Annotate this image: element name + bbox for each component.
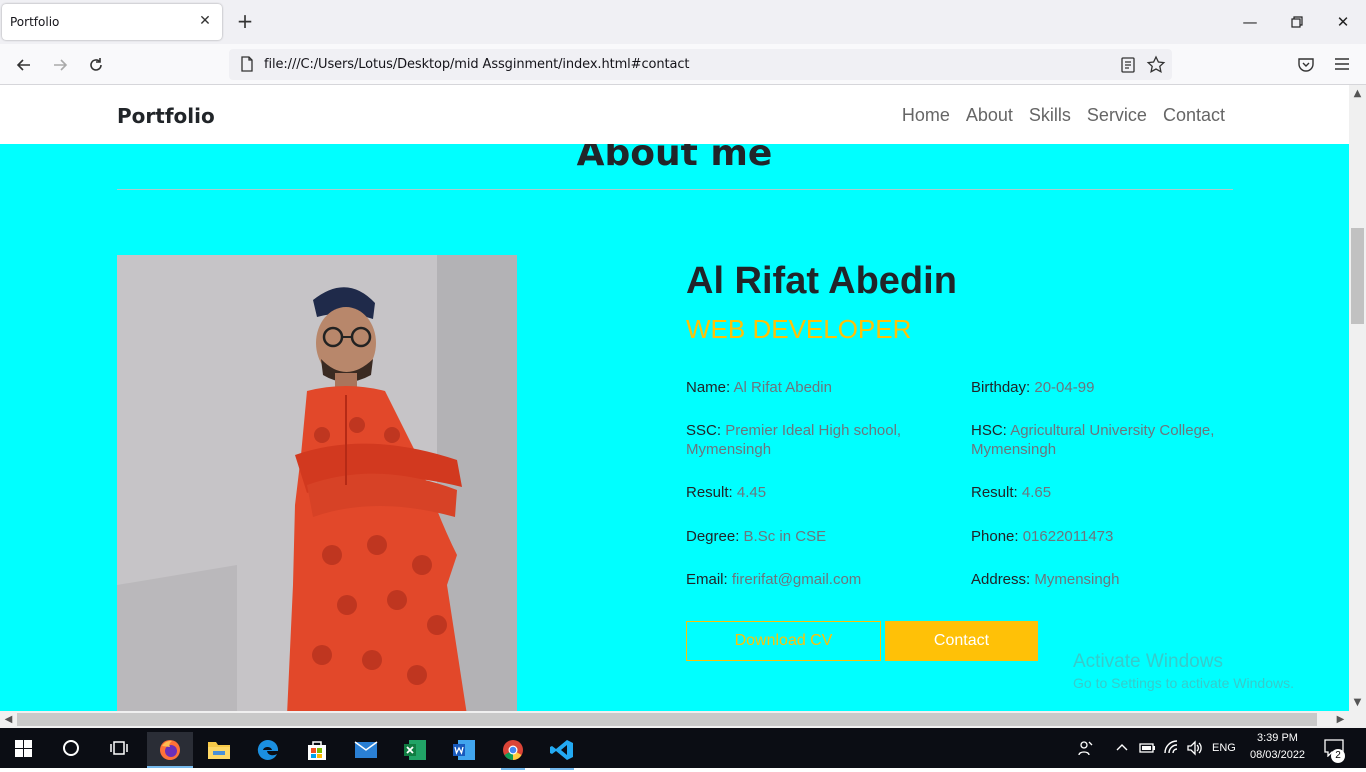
info-name: Name: Al Rifat Abedin xyxy=(686,378,936,397)
info-value: 20-04-99 xyxy=(1034,379,1095,396)
language-indicator[interactable]: ENG xyxy=(1212,742,1236,754)
info-email: Email: firerifat@gmail.com xyxy=(686,570,936,589)
nav-service[interactable]: Service xyxy=(1087,105,1147,126)
info-label: Degree: xyxy=(686,528,740,545)
firefox-taskbar-icon[interactable] xyxy=(147,732,193,768)
vscode-icon[interactable] xyxy=(539,732,585,770)
info-value: firerifat@gmail.com xyxy=(731,571,862,588)
page-icon xyxy=(241,56,253,72)
scroll-down-icon[interactable]: ▼ xyxy=(1349,694,1366,711)
minimize-icon[interactable]: — xyxy=(1228,6,1272,38)
info-label: Result: xyxy=(971,484,1018,501)
reload-icon[interactable] xyxy=(82,52,110,78)
info-hsc: HSC: Agricultural University College, My… xyxy=(971,421,1233,459)
people-icon[interactable] xyxy=(1078,740,1094,756)
windows-taskbar: ENG 3:39 PM 08/03/2022 2 xyxy=(0,728,1366,770)
vertical-scrollbar[interactable] xyxy=(1349,85,1366,711)
download-cv-button[interactable]: Download CV xyxy=(686,621,881,661)
profile-role: WEB DEVELOPER xyxy=(686,314,912,344)
site-brand-overlay[interactable]: Portfolio xyxy=(117,104,215,128)
vertical-scroll-thumb[interactable] xyxy=(1351,228,1364,324)
info-value: B.Sc in CSE xyxy=(743,528,827,545)
info-value: 01622011473 xyxy=(1022,528,1114,545)
forward-icon[interactable] xyxy=(46,52,74,78)
profile-name: Al Rifat Abedin xyxy=(686,260,957,302)
battery-icon[interactable] xyxy=(1138,740,1156,756)
page-viewport: Portfolio Home About Skills Service Cont… xyxy=(0,85,1349,711)
activate-windows-watermark: Activate Windows Go to Settings to activ… xyxy=(1073,651,1294,691)
info-birthday: Birthday: 20-04-99 xyxy=(971,378,1221,397)
url-text: file:///C:/Users/Lotus/Desktop/mid Assgi… xyxy=(264,57,690,72)
site-header-overlay: Portfolio Home About Skills Service Cont… xyxy=(0,85,1349,144)
nav-about[interactable]: About xyxy=(966,105,1013,126)
pocket-icon[interactable] xyxy=(1296,55,1316,75)
reader-view-icon[interactable] xyxy=(1118,55,1138,75)
watermark-subtitle: Go to Settings to activate Windows. xyxy=(1073,675,1294,691)
info-label: Name: xyxy=(686,379,731,396)
info-value: Agricultural University College, Mymensi… xyxy=(971,422,1215,458)
close-tab-icon[interactable]: ✕ xyxy=(196,12,214,30)
tab-title: Portfolio xyxy=(10,15,60,29)
chevron-up-icon[interactable] xyxy=(1115,742,1129,752)
info-label: Result: xyxy=(686,484,733,501)
browser-nav-bar: file:///C:/Users/Lotus/Desktop/mid Assgi… xyxy=(0,44,1366,85)
menu-icon[interactable] xyxy=(1333,55,1351,73)
info-value: Mymensingh xyxy=(1034,571,1120,588)
close-window-icon[interactable]: ✕ xyxy=(1321,6,1365,38)
address-bar[interactable]: file:///C:/Users/Lotus/Desktop/mid Assgi… xyxy=(229,49,1172,80)
nav-skills[interactable]: Skills xyxy=(1029,105,1071,126)
info-result-ssc: Result: 4.45 xyxy=(686,483,936,502)
file-explorer-icon[interactable] xyxy=(196,732,242,768)
info-label: HSC: xyxy=(971,422,1007,439)
info-ssc: SSC: Premier Ideal High school, Mymensin… xyxy=(686,421,926,459)
nav-home[interactable]: Home xyxy=(902,105,950,126)
search-circle-icon[interactable] xyxy=(62,739,80,757)
scroll-up-icon[interactable]: ▲ xyxy=(1349,85,1366,102)
info-label: Address: xyxy=(971,571,1031,588)
watermark-title: Activate Windows xyxy=(1073,651,1223,672)
mail-icon[interactable] xyxy=(343,732,389,768)
info-value: Al Rifat Abedin xyxy=(733,379,832,396)
info-result-hsc: Result: 4.65 xyxy=(971,483,1221,502)
clock-date[interactable]: 08/03/2022 xyxy=(1250,749,1305,761)
word-icon[interactable] xyxy=(441,732,487,768)
scroll-right-icon[interactable]: ▶ xyxy=(1332,711,1349,728)
scroll-left-icon[interactable]: ◀ xyxy=(0,711,17,728)
horizontal-scroll-thumb[interactable] xyxy=(17,713,1317,726)
notification-badge: 2 xyxy=(1331,749,1345,763)
info-address: Address: Mymensingh xyxy=(971,570,1221,589)
excel-icon[interactable] xyxy=(392,732,438,768)
store-icon[interactable] xyxy=(294,732,340,768)
edge-icon[interactable] xyxy=(245,732,291,768)
info-degree: Degree: B.Sc in CSE xyxy=(686,527,936,546)
info-label: Phone: xyxy=(971,528,1019,545)
task-view-icon[interactable] xyxy=(110,739,128,757)
new-tab-icon[interactable]: + xyxy=(234,11,256,33)
browser-tab-strip: Portfolio ✕ + — ✕ xyxy=(0,0,1366,44)
contact-button[interactable]: Contact xyxy=(885,621,1038,661)
chrome-icon[interactable] xyxy=(490,732,536,770)
clock-time[interactable]: 3:39 PM xyxy=(1257,732,1298,744)
bookmark-star-icon[interactable] xyxy=(1146,55,1166,75)
info-label: SSC: xyxy=(686,422,722,439)
wifi-icon[interactable] xyxy=(1163,739,1181,757)
windows-start-icon[interactable] xyxy=(15,740,32,757)
nav-contact[interactable]: Contact xyxy=(1163,105,1225,126)
info-label: Email: xyxy=(686,571,728,588)
info-value: 4.45 xyxy=(736,484,767,501)
back-icon[interactable] xyxy=(10,52,38,78)
site-nav-overlay: Home About Skills Service Contact xyxy=(902,105,1225,126)
browser-tab[interactable]: Portfolio ✕ xyxy=(2,4,222,40)
restore-icon[interactable] xyxy=(1275,6,1319,38)
info-phone: Phone: 01622011473 xyxy=(971,527,1221,546)
profile-photo xyxy=(117,255,517,711)
info-value: 4.65 xyxy=(1021,484,1052,501)
section-divider xyxy=(117,189,1233,190)
info-label: Birthday: xyxy=(971,379,1031,396)
volume-icon[interactable] xyxy=(1186,739,1204,757)
